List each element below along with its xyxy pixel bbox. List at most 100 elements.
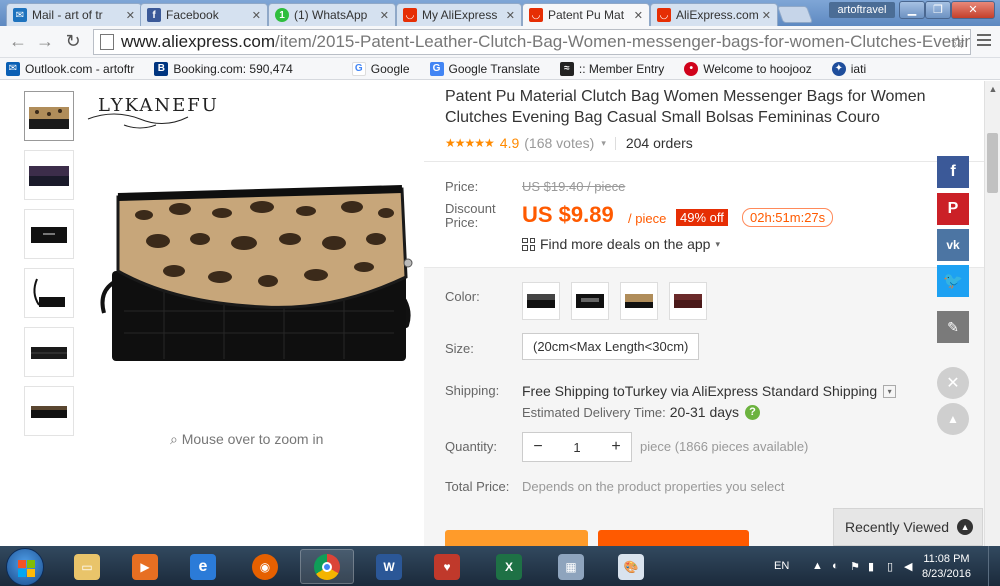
tab-patent-pu[interactable]: ◡ Patent Pu Mat ✕ (522, 3, 650, 26)
taskbar-chrome[interactable] (300, 549, 354, 584)
buy-now-button[interactable] (445, 530, 588, 546)
color-swatch-1[interactable] (522, 282, 560, 320)
product-rating: ★★★★★ 4.9 (168 votes) ▾ 204 orders (445, 135, 693, 151)
close-tab-icon[interactable]: ✕ (634, 9, 643, 22)
close-tab-icon[interactable]: ✕ (380, 9, 389, 22)
language-indicator[interactable]: EN (774, 560, 789, 572)
thumbnail-1[interactable] (24, 91, 74, 141)
taskbar-firefox[interactable]: ◉ (238, 549, 292, 584)
quantity-input[interactable]: 1 (553, 440, 601, 455)
translate-icon: G (429, 61, 444, 76)
browser-tab-strip: ✉ Mail - art of tr ✕ f Facebook ✕ 1 (1) … (0, 0, 1000, 26)
app-deals-link[interactable]: Find more deals on the app ▾ (522, 236, 720, 252)
size-option[interactable]: (20cm<Max Length<30cm) (522, 333, 700, 360)
product-main-image[interactable]: LYKANEFU (84, 81, 424, 411)
back-button[interactable]: ← (8, 32, 28, 52)
maximize-button[interactable]: ❐ (925, 1, 951, 19)
tab-aliexpress[interactable]: ◡ AliExpress.com ✕ (650, 3, 778, 26)
plus-icon[interactable]: + (601, 438, 631, 456)
tab-my-aliexpress[interactable]: ◡ My AliExpress ✕ (396, 3, 522, 26)
vk-share-icon[interactable]: vk (937, 229, 969, 261)
scroll-up-icon[interactable]: ▲ (985, 81, 1000, 97)
action-center-icon[interactable]: ⚑ (850, 560, 860, 573)
thumbnail-6[interactable] (24, 386, 74, 436)
minimize-button[interactable]: ▁ (899, 1, 925, 19)
system-clock[interactable]: 11:08 PM 8/23/2016 (922, 552, 971, 582)
page-scrollbar[interactable]: ▲ (984, 81, 1000, 546)
votes-link[interactable]: (168 votes) (524, 135, 594, 151)
facebook-share-icon[interactable]: f (937, 156, 969, 188)
address-bar[interactable]: www.aliexpress.com/item/2015-Patent-Leat… (93, 29, 971, 55)
close-icon[interactable]: ✕ (937, 367, 969, 399)
add-to-cart-button[interactable] (598, 530, 749, 546)
member-icon: ≈ (559, 61, 574, 76)
bookmark-outlook[interactable]: ✉ Outlook.com - artoftr (6, 61, 134, 76)
delivery-info: Estimated Delivery Time: 20-31 days ? (522, 404, 761, 420)
bookmark-booking[interactable]: B Booking.com: 590,474 (154, 61, 293, 76)
forward-button[interactable]: → (35, 32, 55, 52)
bookmark-google-translate[interactable]: G Google Translate (429, 61, 540, 76)
rating-stars: ★★★★★ (445, 136, 495, 150)
taskbar-word[interactable]: W (362, 549, 416, 584)
edit-icon[interactable]: ✎ (937, 311, 969, 343)
bookmark-windows[interactable] (313, 62, 332, 76)
thumbnail-2[interactable] (24, 150, 74, 200)
bookmark-google[interactable]: G Google (351, 61, 410, 76)
bookmark-iati[interactable]: ✦ iati (831, 61, 866, 76)
reload-button[interactable]: ↻ (63, 32, 83, 52)
heart-app-icon: ♥ (434, 553, 460, 580)
taskbar-media-player[interactable]: ▶ (118, 549, 172, 584)
thumbnail-5[interactable] (24, 327, 74, 377)
chevron-down-icon: ▾ (715, 238, 720, 249)
bookmark-star-icon[interactable]: ☆ (950, 32, 966, 53)
color-label: Color: (445, 289, 480, 304)
total-price-value: Depends on the product properties you se… (522, 479, 785, 494)
close-tab-icon[interactable]: ✕ (762, 9, 771, 22)
tab-facebook[interactable]: f Facebook ✕ (140, 3, 268, 26)
taskbar-calculator[interactable]: ▦ (544, 549, 598, 584)
tab-whatsapp[interactable]: 1 (1) WhatsApp ✕ (268, 3, 396, 26)
taskbar-explorer[interactable]: ▭ (60, 549, 114, 584)
scrollbar-thumb[interactable] (987, 133, 998, 193)
brand-logo: LYKANEFU (98, 95, 219, 116)
tab-mail[interactable]: ✉ Mail - art of tr ✕ (6, 3, 142, 26)
minus-icon[interactable]: − (523, 438, 553, 456)
close-tab-icon[interactable]: ✕ (126, 9, 135, 22)
color-swatch-2[interactable] (571, 282, 609, 320)
aliexpress-icon: ◡ (657, 8, 671, 22)
show-desktop-button[interactable] (988, 546, 1000, 586)
tray-expand-icon[interactable]: ▲ (812, 560, 823, 572)
taskbar-paint[interactable]: 🎨 (604, 549, 658, 584)
windows-icon (313, 62, 327, 76)
recently-viewed-button[interactable]: Recently Viewed ▲ (833, 508, 983, 546)
thumbnail-3[interactable] (24, 209, 74, 259)
new-tab-button[interactable] (776, 6, 814, 23)
battery-icon[interactable]: ▯ (887, 560, 893, 573)
twitter-share-icon[interactable]: 🐦 (937, 265, 969, 297)
bookmark-member-entry[interactable]: ≈ :: Member Entry (559, 61, 664, 76)
thumbnail-4[interactable] (24, 268, 74, 318)
help-icon[interactable]: ? (745, 404, 761, 420)
shipping-dropdown-icon[interactable]: ▾ (883, 384, 897, 398)
menu-icon[interactable] (977, 34, 991, 49)
taskbar-app-red[interactable]: ♥ (420, 549, 474, 584)
taskbar-excel[interactable]: X (482, 549, 536, 584)
color-swatch-4[interactable] (669, 282, 707, 320)
chevron-up-icon: ▲ (957, 519, 974, 535)
pinterest-share-icon[interactable]: P (937, 193, 969, 225)
close-window-button[interactable]: ✕ (951, 1, 995, 19)
color-swatch-3[interactable] (620, 282, 658, 320)
volume-icon[interactable]: ◀ (904, 560, 912, 573)
start-button[interactable] (6, 548, 44, 586)
scroll-top-icon[interactable]: ▲ (937, 403, 969, 435)
taskbar-internet-explorer[interactable]: e (176, 549, 230, 584)
tray-app-icon[interactable]: ◐ (832, 560, 839, 572)
firefox-icon: ◉ (252, 553, 278, 580)
close-tab-icon[interactable]: ✕ (252, 9, 261, 22)
network-icon[interactable]: ▮ (868, 560, 874, 573)
profile-button[interactable]: artoftravel (829, 2, 895, 18)
chevron-down-icon[interactable]: ▾ (601, 138, 606, 149)
bookmark-hoojooz[interactable]: • Welcome to hoojooz (684, 61, 812, 76)
close-tab-icon[interactable]: ✕ (506, 9, 515, 22)
total-price-label: Total Price: (445, 479, 510, 494)
